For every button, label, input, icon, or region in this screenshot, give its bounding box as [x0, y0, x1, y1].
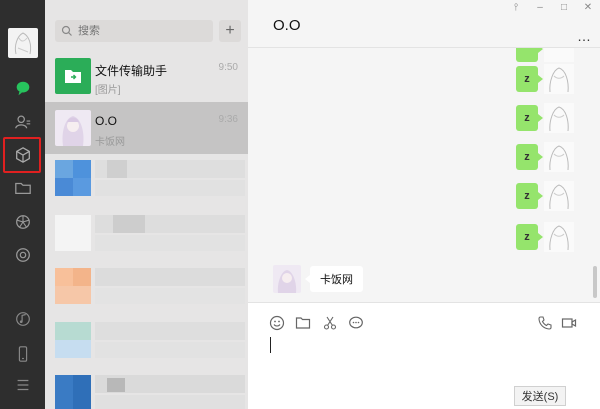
minimize-icon[interactable]: – [534, 2, 546, 13]
discover-icon[interactable] [0, 240, 45, 270]
nav-rail [0, 0, 45, 409]
more-options-icon[interactable]: … [577, 28, 592, 44]
chat-time: 9:36 [218, 114, 238, 125]
user-avatar-small [544, 48, 574, 62]
file-transfer-avatar [55, 58, 91, 94]
chat-item-oo[interactable]: O.O 卡饭网 9:36 [45, 102, 248, 154]
chat-history-icon[interactable] [347, 314, 365, 332]
chat-list: + 文件传输助手 [图片] 9:50 O.O 卡饭网 9:36 [45, 0, 248, 409]
window-controls: ⫯ – □ ✕ [510, 2, 594, 13]
chat-panel: O.O ⫯ – □ ✕ … z z z z z 卡饭网 发送(S) [248, 0, 600, 409]
emoji-icon[interactable] [268, 314, 286, 332]
chat-icon[interactable] [0, 73, 45, 103]
scrollbar[interactable] [593, 266, 597, 298]
search-input[interactable] [78, 25, 208, 37]
search-icon [61, 25, 72, 36]
chat-title: O.O [273, 17, 301, 34]
close-icon[interactable]: ✕ [582, 2, 594, 13]
search-box[interactable] [55, 20, 213, 42]
outgoing-bubble[interactable]: z [516, 224, 543, 250]
user-avatar-small [544, 103, 574, 133]
outgoing-bubble[interactable]: z [516, 144, 543, 170]
chat-preview: 卡饭网 [95, 137, 125, 148]
screenshot-scissors-icon[interactable] [321, 314, 339, 332]
chat-name: 文件传输助手 [95, 64, 168, 78]
outgoing-bubble[interactable]: z [516, 105, 543, 131]
text-caret [270, 337, 271, 353]
send-button[interactable]: 发送(S) [514, 386, 566, 406]
folder-transfer-icon [65, 70, 81, 83]
chat-item-file-transfer[interactable]: 文件传输助手 [图片] 9:50 [45, 50, 248, 102]
phone-icon[interactable] [0, 339, 45, 369]
voice-call-icon[interactable] [536, 314, 554, 332]
outgoing-bubble[interactable]: z [516, 66, 543, 92]
outgoing-bubble[interactable]: z [516, 183, 543, 209]
incoming-bubble[interactable]: 卡饭网 [305, 266, 363, 292]
chat-header: O.O ⫯ – □ ✕ … [248, 0, 600, 48]
menu-icon[interactable] [0, 370, 45, 400]
user-avatar-small [544, 181, 574, 211]
music-icon[interactable] [0, 304, 45, 334]
oo-avatar [55, 110, 91, 146]
contact-avatar-small[interactable] [273, 265, 301, 293]
user-avatar-small [544, 64, 574, 94]
user-avatar[interactable] [8, 28, 38, 58]
moments-icon[interactable] [0, 207, 45, 237]
user-avatar-small [544, 222, 574, 252]
chat-time: 9:50 [218, 62, 238, 73]
message-composer: 发送(S) [248, 302, 600, 409]
file-icon[interactable] [294, 314, 312, 332]
user-avatar-small [544, 142, 574, 172]
outgoing-bubble[interactable] [516, 48, 543, 62]
message-area: z z z z z 卡饭网 [248, 48, 600, 302]
maximize-icon[interactable]: □ [558, 2, 570, 13]
add-chat-button[interactable]: + [219, 20, 241, 42]
folder-icon[interactable] [0, 173, 45, 203]
highlight-box [3, 137, 41, 173]
contacts-icon[interactable] [0, 107, 45, 137]
chat-preview: [图片] [95, 85, 121, 96]
chat-name: O.O [95, 114, 118, 128]
pin-icon[interactable]: ⫯ [510, 2, 522, 13]
video-call-icon[interactable] [560, 314, 578, 332]
